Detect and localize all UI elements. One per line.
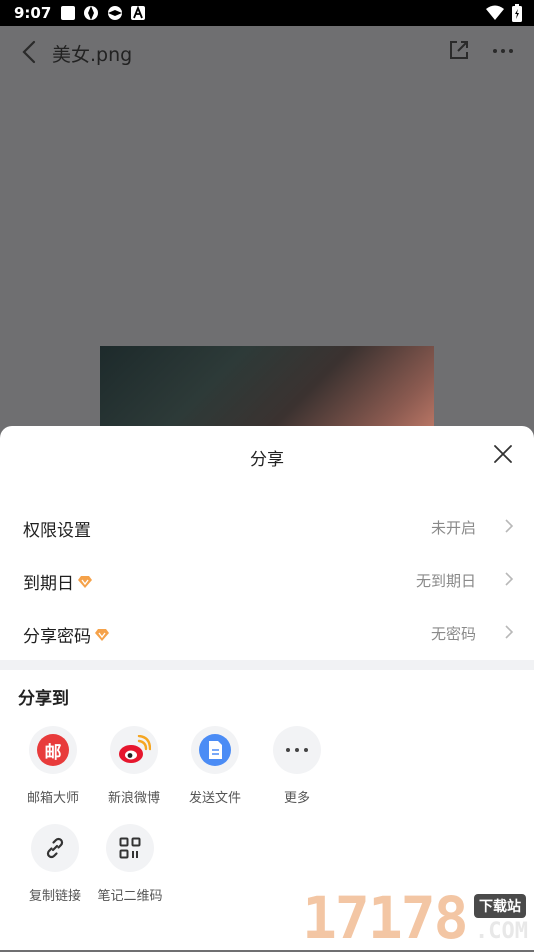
share-copy-link[interactable]: 复制链接 [15,824,95,904]
share-icon-circle [273,726,321,774]
share-weibo[interactable]: 新浪微博 [94,726,174,806]
setting-row-password[interactable]: 分享密码 无密码 [0,607,534,659]
notification-aperture-icon [84,6,99,20]
setting-label: 分享密码 [23,622,109,647]
chevron-right-icon [505,625,514,639]
share-to-title: 分享到 [18,689,69,709]
status-bar: 9:07 [0,0,534,26]
wifi-icon [486,5,504,20]
share-icon-circle [106,824,154,872]
chevron-right-icon [505,572,514,586]
setting-row-permission[interactable]: 权限设置 未开启 [0,501,534,553]
viewer-top-bar: 美女.png [0,26,534,78]
section-divider [0,660,534,670]
chevron-right-icon [505,519,514,533]
share-icon-circle: 邮 [29,726,77,774]
share-item-label: 复制链接 [28,889,81,904]
image-viewer: 美女.png [0,26,534,436]
export-icon[interactable] [448,39,470,61]
file-title: 美女.png [52,44,133,66]
sheet-title: 分享 [250,450,284,470]
more-options-icon[interactable] [492,40,514,62]
image-preview [100,346,434,436]
file-icon [199,734,231,766]
share-more[interactable]: 更多 [257,726,337,806]
share-mail-master[interactable]: 邮 邮箱大师 [13,726,93,806]
setting-value: 无密码 [430,625,476,643]
share-icon-circle [191,726,239,774]
weibo-icon [119,735,151,763]
share-item-label: 新浪微博 [107,791,160,806]
link-icon [46,837,64,859]
notification-aperture-icon-2 [108,6,123,20]
setting-value: 无到期日 [415,572,476,590]
back-arrow-icon[interactable] [20,40,40,64]
share-item-label: 更多 [283,791,310,806]
qrcode-icon [119,837,141,859]
setting-value: 未开启 [430,519,476,537]
watermark-com: .COM [475,919,528,944]
vip-diamond-icon [78,575,92,588]
close-icon[interactable] [494,445,512,463]
more-dots-icon [286,748,308,752]
share-icon-circle [31,824,79,872]
setting-row-expiry[interactable]: 到期日 无到期日 [0,554,534,606]
vip-diamond-icon [95,628,109,641]
status-notification-icons [61,5,146,21]
battery-icon [512,4,522,22]
share-send-file[interactable]: 发送文件 [175,726,255,806]
share-icon-circle [110,726,158,774]
site-watermark: 17178 下载站 .COM [302,888,530,948]
setting-label: 到期日 [23,569,92,594]
mail-master-glyph: 邮 [44,743,62,763]
setting-label: 权限设置 [23,521,91,541]
watermark-badge: 下载站 [474,894,526,918]
share-item-label: 邮箱大师 [26,791,79,806]
share-item-label: 发送文件 [188,791,241,806]
share-item-label: 笔记二维码 [97,889,163,904]
share-note-qrcode[interactable]: 笔记二维码 [90,824,170,904]
status-time: 9:07 [14,4,52,22]
watermark-digits: 17178 [302,884,469,952]
notification-a-icon [131,6,146,20]
notification-square-icon [61,6,76,20]
share-bottom-sheet: 分享 权限设置 未开启 到期日 无到期日 分享密码 无密码 分享到 邮 邮箱大师 [0,426,534,950]
